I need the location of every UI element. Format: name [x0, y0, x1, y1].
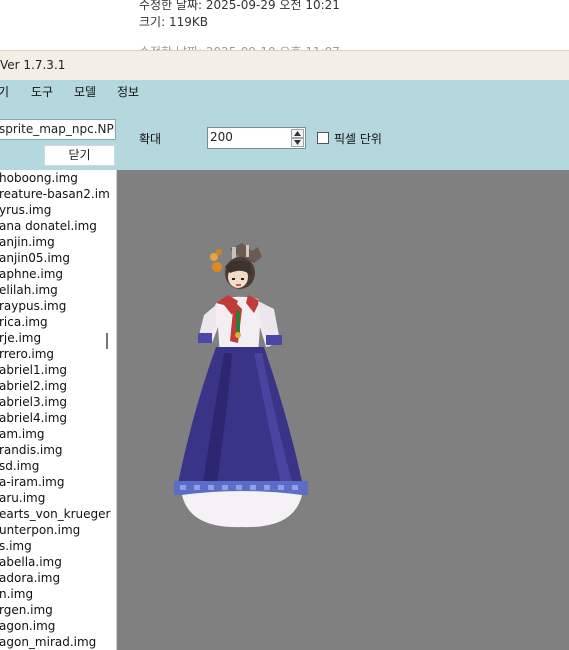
npc-sprite-image — [174, 243, 308, 528]
npk-path-input[interactable]: sprite_map_npc.NPK — [0, 119, 116, 140]
list-item[interactable]: s.img — [0, 538, 32, 554]
list-item[interactable]: elilah.img — [0, 282, 58, 298]
list-item[interactable]: yrus.img — [0, 202, 51, 218]
list-item[interactable]: am.img — [0, 426, 45, 442]
menu-tools[interactable]: 도구 — [31, 83, 53, 100]
window-title: Ver 1.7.3.1 — [0, 58, 66, 72]
file-size-text: 크기: 119KB — [139, 15, 208, 29]
sprite-preview — [117, 170, 569, 650]
chevron-down-icon — [294, 140, 301, 145]
list-item[interactable]: rje.img — [0, 330, 41, 346]
toolbar: sprite_map_npc.NPK 닫기 확대 200 픽셀 단위 — [0, 102, 569, 170]
list-item[interactable]: anjin05.img — [0, 250, 70, 266]
menu-info[interactable]: 정보 — [117, 83, 139, 100]
title-bar[interactable]: Ver 1.7.3.1 — [0, 50, 569, 80]
file-properties-window: 수정한 날짜: 2025-09-29 오전 10:21 크기: 119KB 수정… — [0, 0, 569, 59]
list-item[interactable]: unterpon.img — [0, 522, 80, 538]
list-item[interactable]: sd.img — [0, 458, 39, 474]
chevron-up-icon — [294, 131, 301, 136]
list-item[interactable]: abella.img — [0, 554, 62, 570]
list-item[interactable]: n.img — [0, 586, 33, 602]
list-item[interactable]: rrero.img — [0, 346, 54, 362]
list-item[interactable]: abriel4.img — [0, 410, 67, 426]
list-item[interactable]: rica.img — [0, 314, 48, 330]
list-item[interactable]: aphne.img — [0, 266, 63, 282]
close-button[interactable]: 닫기 — [44, 145, 115, 166]
list-item[interactable]: agon.img — [0, 618, 55, 634]
list-scrollbar-thumb[interactable] — [106, 333, 108, 349]
menu-bar: 기 도구 모델 정보 — [0, 80, 569, 102]
list-item[interactable]: anjin.img — [0, 234, 55, 250]
pixel-unit-checkbox[interactable] — [317, 132, 329, 144]
list-item[interactable]: ana donatel.img — [0, 218, 97, 234]
menu-model[interactable]: 모델 — [74, 83, 96, 100]
zoom-value: 200 — [210, 130, 233, 144]
zoom-label: 확대 — [139, 132, 162, 146]
list-item[interactable]: raypus.img — [0, 298, 66, 314]
modified-date-text: 수정한 날짜: 2025-09-29 오전 10:21 — [139, 0, 340, 12]
list-item[interactable]: adora.img — [0, 570, 60, 586]
menu-file[interactable]: 기 — [0, 83, 9, 100]
list-item[interactable]: agon_mirad.img — [0, 634, 96, 650]
list-item[interactable]: earts_von_krueger — [0, 506, 110, 522]
list-item[interactable]: abriel2.img — [0, 378, 67, 394]
list-item[interactable]: abriel3.img — [0, 394, 67, 410]
pixel-unit-label[interactable]: 픽셀 단위 — [334, 130, 382, 147]
list-item[interactable]: aru.img — [0, 490, 45, 506]
list-item[interactable]: reature-basan2.im — [0, 186, 110, 202]
list-item[interactable]: rgen.img — [0, 602, 53, 618]
list-item[interactable]: a-iram.img — [0, 474, 64, 490]
file-list[interactable]: hoboong.img reature-basan2.im yrus.img ana … — [0, 170, 117, 650]
list-item[interactable]: abriel1.img — [0, 362, 67, 378]
zoom-stepper[interactable]: 200 — [207, 127, 306, 149]
zoom-up-button[interactable] — [291, 129, 304, 138]
list-item[interactable]: hoboong.img — [0, 170, 78, 186]
zoom-down-button[interactable] — [291, 138, 304, 147]
list-item[interactable]: randis.img — [0, 442, 63, 458]
